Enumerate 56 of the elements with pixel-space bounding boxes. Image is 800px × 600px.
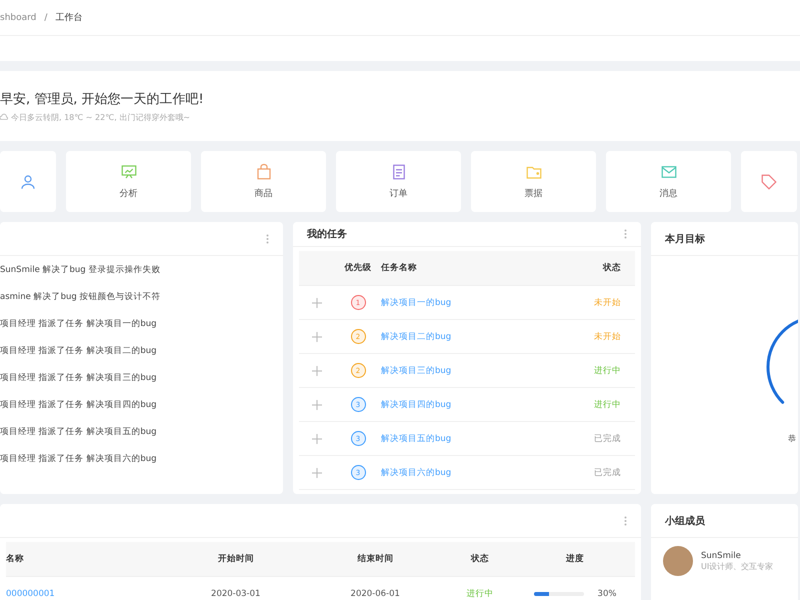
status-text: 进行中 <box>593 364 622 376</box>
more-icon[interactable] <box>624 516 627 526</box>
breadcrumb-item: 工作台 <box>55 12 82 24</box>
status-text: 已完成 <box>593 466 622 478</box>
project-link[interactable]: 000000001 <box>6 588 166 598</box>
drag-handle-icon[interactable] <box>312 298 322 308</box>
shortcut-card[interactable]: 商品 <box>201 151 326 212</box>
status-text: 进行中 <box>466 588 494 600</box>
task-link[interactable]: 解决项目四的bug <box>381 398 565 410</box>
activity-item: 项目经理 指派了任务 解决项目三的bug <box>0 372 158 384</box>
progress-text: 30% <box>598 588 616 598</box>
shortcut-card[interactable]: 分析 <box>66 151 191 212</box>
avatar <box>663 546 693 576</box>
weather-text: 今日多云转阴, 18℃ ~ 22℃, 出门记得穿外套哦~ <box>11 112 190 122</box>
status-text: 进行中 <box>593 398 622 410</box>
cloud-icon <box>0 113 8 121</box>
table-header: 优先级 任务名称 状态 <box>299 251 635 286</box>
member-name: SunSmile <box>701 550 741 560</box>
status-text: 未开始 <box>593 296 622 308</box>
activity-item: 项目经理 指派了任务 解决项目四的bug <box>0 398 158 412</box>
activity-item: SunSmile 解决了bug 登录提示操作失败 <box>0 264 162 276</box>
shortcut-card[interactable] <box>741 151 797 212</box>
goal-caption: 恭 <box>788 432 796 444</box>
drag-handle-icon[interactable] <box>312 468 322 478</box>
activity-item: 项目经理 指派了任务 解决项目六的bug <box>0 452 158 466</box>
table-cell-text: 2020-03-01 <box>210 588 262 598</box>
shortcut-card[interactable]: 订单 <box>336 151 461 212</box>
activity-item: 项目经理 指派了任务 解决项目二的bug <box>0 344 158 358</box>
drag-handle-icon[interactable] <box>312 400 322 410</box>
table-header: 名称 开始时间 结束时间 状态 进度 <box>6 542 635 577</box>
shortcut-card[interactable] <box>0 151 56 212</box>
breadcrumb-separator: / <box>44 12 48 22</box>
activity-item: 项目经理 指派了任务 解决项目一的bug <box>0 318 158 330</box>
shortcut-card[interactable]: 票据 <box>471 151 596 212</box>
task-link[interactable]: 解决项目六的bug <box>381 466 565 478</box>
drag-handle-icon[interactable] <box>312 332 322 342</box>
drag-handle-icon[interactable] <box>312 434 322 444</box>
activity-item: asmine 解决了bug 按钮颜色与设计不符 <box>0 290 162 304</box>
table-cell-text: 2020-06-01 <box>350 588 401 598</box>
welcome-title: 早安, 管理员, 开始您一天的工作吧! <box>0 90 205 108</box>
task-link[interactable]: 解决项目三的bug <box>381 364 565 376</box>
breadcrumb-item[interactable]: shboard <box>0 12 36 22</box>
panel-title: 小组成员 <box>665 514 705 528</box>
panel-title: 本月目标 <box>665 232 705 246</box>
status-text: 已完成 <box>593 432 622 444</box>
panel-title: 我的任务 <box>307 228 347 241</box>
task-link[interactable]: 解决项目五的bug <box>381 432 565 444</box>
task-link[interactable]: 解决项目一的bug <box>381 296 565 308</box>
task-link[interactable]: 解决项目二的bug <box>381 330 565 342</box>
status-text: 未开始 <box>593 330 622 342</box>
member-role: UI设计师、交互专家 <box>701 560 774 572</box>
drag-handle-icon[interactable] <box>312 366 322 376</box>
activity-item: 项目经理 指派了任务 解决项目五的bug <box>0 426 158 438</box>
more-icon[interactable] <box>624 229 627 239</box>
shortcut-card[interactable]: 消息 <box>606 151 731 212</box>
more-icon[interactable] <box>266 234 269 244</box>
